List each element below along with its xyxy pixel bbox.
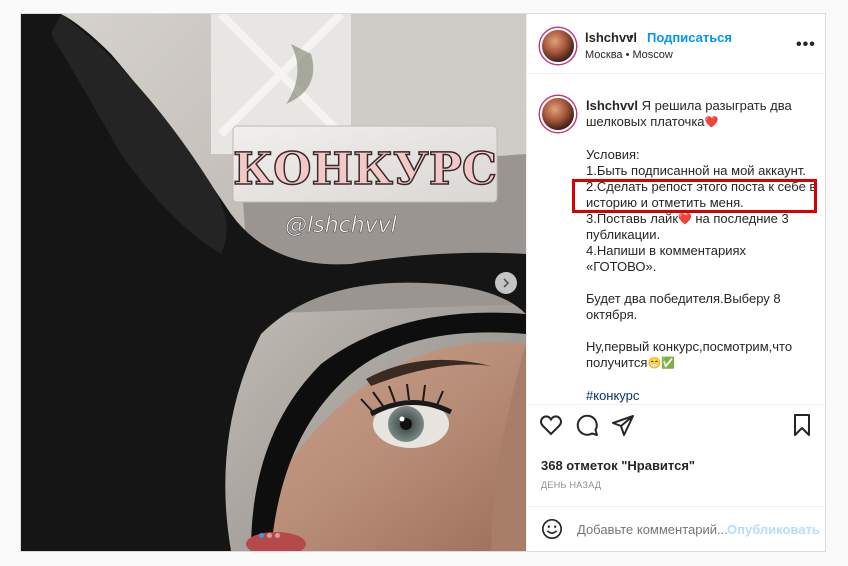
carousel-dot xyxy=(259,533,264,538)
post-caption: lshchvvl Я решила разыграть два шелковых… xyxy=(586,98,818,404)
carousel-next-button[interactable] xyxy=(495,272,517,294)
hashtag-link[interactable]: #конкурс xyxy=(586,388,818,404)
publish-comment-button[interactable]: Опубликовать xyxy=(727,522,820,537)
location-link[interactable]: Москва • Moscow xyxy=(585,49,673,61)
post-header: lshchvvl • Подписаться Москва • Moscow •… xyxy=(527,14,826,74)
conditions-title: Условия: xyxy=(586,146,640,162)
heart-icon[interactable] xyxy=(539,413,563,437)
winners-text: Будет два победителя.Выберу 8 октября. xyxy=(586,291,781,323)
bookmark-icon[interactable] xyxy=(790,413,814,437)
separator-dot: • xyxy=(629,29,634,44)
heart-emoji: ❤️ xyxy=(678,213,692,226)
heart-emoji: ❤️ xyxy=(704,116,719,129)
likes-count[interactable]: 368 отметок "Нравится" xyxy=(541,458,695,473)
post-time[interactable]: ДЕНЬ НАЗАД xyxy=(541,480,601,490)
comments-area[interactable]: lshchvvl Я решила разыграть два шелковых… xyxy=(527,74,826,404)
chevron-right-icon xyxy=(503,278,510,288)
rule-4: 4.Напиши в комментариях «ГОТОВО». xyxy=(586,243,746,275)
rule-1: 1.Быть подписанной на мой аккаунт. xyxy=(586,162,806,178)
closing-text: Ну,первый конкурс,посмотрим,что получитс… xyxy=(586,339,793,371)
instagram-post: КОНКУРС @lshchvvl lshchvvl • Подписаться… xyxy=(20,13,826,552)
more-options-icon[interactable]: ••• xyxy=(796,36,816,54)
add-comment-bar: Опубликовать xyxy=(527,506,826,551)
follow-button[interactable]: Подписаться xyxy=(647,30,732,45)
comment-input[interactable] xyxy=(577,522,737,537)
author-avatar[interactable] xyxy=(540,28,576,64)
closing-emoji: 😁✅ xyxy=(647,357,675,370)
comment-icon[interactable] xyxy=(575,413,599,437)
annotation-highlight-box xyxy=(572,179,817,213)
post-image[interactable]: КОНКУРС @lshchvvl xyxy=(21,14,526,551)
caption-avatar[interactable] xyxy=(540,96,576,132)
carousel-dot xyxy=(267,533,272,538)
share-icon[interactable] xyxy=(611,413,635,437)
carousel-indicator xyxy=(259,533,280,538)
caption-username[interactable]: lshchvvl xyxy=(586,98,638,113)
emoji-icon[interactable] xyxy=(541,518,563,540)
post-sidebar: lshchvvl • Подписаться Москва • Moscow •… xyxy=(526,14,826,551)
carousel-dot xyxy=(275,533,280,538)
photo-illustration: КОНКУРС @lshchvvl xyxy=(21,14,526,551)
contest-handle: @lshchvvl xyxy=(285,213,397,238)
action-bar xyxy=(527,404,826,445)
contest-title: КОНКУРС xyxy=(233,144,497,195)
